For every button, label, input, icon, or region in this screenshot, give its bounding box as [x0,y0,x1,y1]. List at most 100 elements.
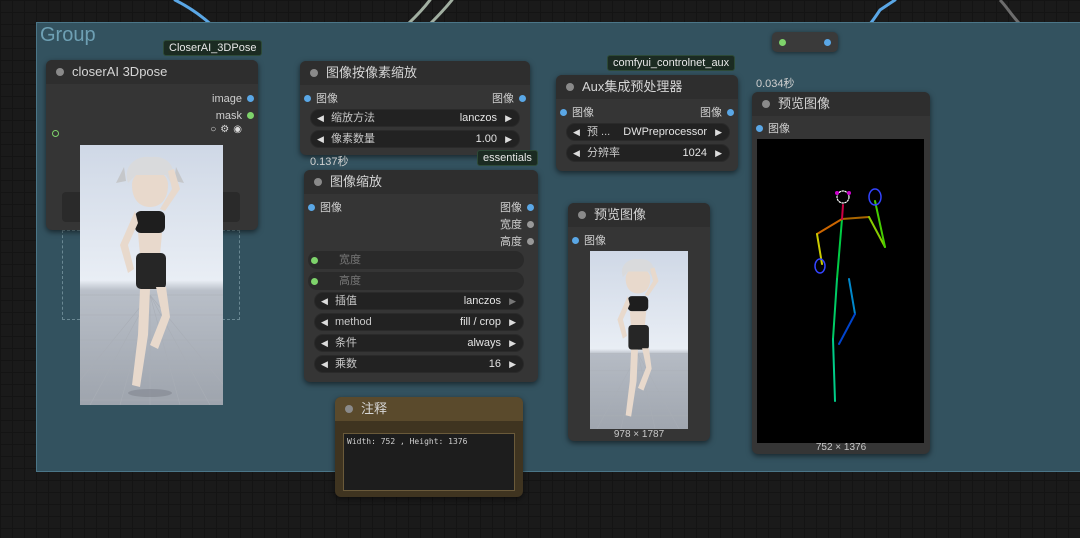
input-image[interactable]: 图像 [308,201,342,215]
widget-value: fill / crop [460,316,501,328]
node-image-scale[interactable]: 图像缩放 图像 图像 宽度 高度 宽度 高度 ◀ 插值 lanczos ▶ ◀ … [304,170,538,382]
collapse-dot[interactable] [578,211,586,219]
node-title: 预览图像 [594,207,647,222]
arrow-right-icon[interactable]: ▶ [505,110,512,126]
widget-value: 1.00 [475,133,497,145]
collapse-dot[interactable] [566,83,574,91]
width-input-dot[interactable] [311,257,318,264]
circle-icon[interactable]: ○ [210,124,220,135]
widget-width-input[interactable]: 宽度 [308,251,524,269]
note-textarea[interactable]: Width: 752 , Height: 1376 [343,433,515,491]
image-dimensions: 978 × 1787 [613,429,665,440]
arrow-left-icon[interactable]: ◀ [321,293,328,309]
input-image[interactable]: 图像 [304,92,338,106]
node-title-bar[interactable]: 预览图像 [752,92,930,116]
widget-resolution[interactable]: ◀ 分辨率 1024 ▶ [566,144,730,162]
widget-preprocessor[interactable]: ◀ 预 ... DWPreprocessor ▶ [566,123,730,141]
arrow-left-icon[interactable]: ◀ [321,335,328,351]
widget-value: 1024 [682,147,707,159]
widget-multiple-of[interactable]: ◀ 乘数 16 ▶ [314,355,524,373]
pose-skeleton-image [757,139,924,443]
widget-upscale-method[interactable]: ◀ 缩放方法 lanczos ▶ [310,109,520,127]
3d-character-preview [80,145,223,405]
node-preview-image[interactable]: 预览图像 图像 978 × 1787 [568,203,710,441]
output-image-dot[interactable] [527,204,534,211]
input-image-label: 图像 [768,123,790,135]
widget-label: 乘数 [335,358,357,370]
widget-interpolation[interactable]: ◀ 插值 lanczos ▶ [314,292,524,310]
height-input-dot[interactable] [311,278,318,285]
output-image[interactable]: image [212,92,254,106]
collapse-dot[interactable] [310,69,318,77]
arrow-right-icon[interactable]: ▶ [715,145,722,161]
widget-label: 高度 [339,275,361,287]
reroute-output-dot[interactable] [824,39,831,46]
collapse-dot[interactable] [762,100,770,108]
output-image-dot[interactable] [727,109,734,116]
input-image-dot[interactable] [308,204,315,211]
input-image[interactable]: 图像 [572,234,606,248]
node-note[interactable]: 注释 Width: 752 , Height: 1376 [335,397,523,497]
collapse-dot[interactable] [345,405,353,413]
arrow-right-icon[interactable]: ▶ [509,335,516,351]
output-image-dot[interactable] [519,95,526,102]
output-width-dot[interactable] [527,221,534,228]
node-title-bar[interactable]: 预览图像 [568,203,710,227]
node-title-bar[interactable]: closerAI 3Dpose [46,60,258,84]
reroute-node[interactable] [772,32,838,52]
viewer-controls[interactable]: ○⚙◉ [210,124,246,135]
widget-megapixels[interactable]: ◀ 像素数量 1.00 ▶ [310,130,520,148]
output-height[interactable]: 高度 [500,235,534,249]
collapse-dot[interactable] [56,68,64,76]
camera-icon[interactable]: ◉ [233,124,246,135]
arrow-left-icon[interactable]: ◀ [573,124,580,140]
output-image-label: 图像 [492,93,514,105]
arrow-left-icon[interactable]: ◀ [573,145,580,161]
input-image-dot[interactable] [560,109,567,116]
widget-label: method [335,316,372,328]
output-image[interactable]: 图像 [700,106,734,120]
node-aux-preprocessor[interactable]: Aux集成预处理器 图像 图像 ◀ 预 ... DWPreprocessor ▶… [556,75,738,171]
node-title-bar[interactable]: 图像按像素缩放 [300,61,530,85]
arrow-left-icon[interactable]: ◀ [317,110,324,126]
output-height-dot[interactable] [527,238,534,245]
input-image-dot[interactable] [756,125,763,132]
reroute-input-dot[interactable] [779,39,786,46]
output-height-label: 高度 [500,236,522,248]
tag-essentials: essentials [477,150,538,166]
output-image[interactable]: 图像 [500,201,534,215]
output-image[interactable]: 图像 [492,92,526,106]
widget-method[interactable]: ◀ method fill / crop ▶ [314,313,524,331]
input-image[interactable]: 图像 [560,106,594,120]
arrow-left-icon[interactable]: ◀ [321,314,328,330]
node-preview-pose[interactable]: 预览图像 图像 752 × 1376 [752,92,930,454]
input-image-dot[interactable] [572,237,579,244]
arrow-right-icon[interactable]: ▶ [509,356,516,372]
output-image-dot[interactable] [247,95,254,102]
widget-value: always [467,337,501,349]
timing-scale-by-pixels: 0.137秒 [310,156,349,168]
hidden-input-dot[interactable] [52,130,59,137]
arrow-right-icon[interactable]: ▶ [509,293,516,309]
input-image[interactable]: 图像 [756,122,790,136]
output-image-label: 图像 [700,107,722,119]
node-title-bar[interactable]: Aux集成预处理器 [556,75,738,99]
output-width[interactable]: 宽度 [500,218,534,232]
node-title-bar[interactable]: 注释 [335,397,523,421]
input-image-dot[interactable] [304,95,311,102]
arrow-left-icon[interactable]: ◀ [321,356,328,372]
arrow-left-icon[interactable]: ◀ [317,131,324,147]
widget-height-input[interactable]: 高度 [308,272,524,290]
widget-label: 插值 [335,295,357,307]
collapse-dot[interactable] [314,178,322,186]
arrow-right-icon[interactable]: ▶ [715,124,722,140]
output-mask[interactable]: mask [216,109,254,123]
timing-preview-pose: 0.034秒 [756,78,795,90]
arrow-right-icon[interactable]: ▶ [505,131,512,147]
gear-icon[interactable]: ⚙ [220,124,233,135]
output-mask-dot[interactable] [247,112,254,119]
widget-condition[interactable]: ◀ 条件 always ▶ [314,334,524,352]
arrow-right-icon[interactable]: ▶ [509,314,516,330]
node-scale-by-pixels[interactable]: 图像按像素缩放 图像 图像 ◀ 缩放方法 lanczos ▶ ◀ 像素数量 1.… [300,61,530,155]
node-title-bar[interactable]: 图像缩放 [304,170,538,194]
